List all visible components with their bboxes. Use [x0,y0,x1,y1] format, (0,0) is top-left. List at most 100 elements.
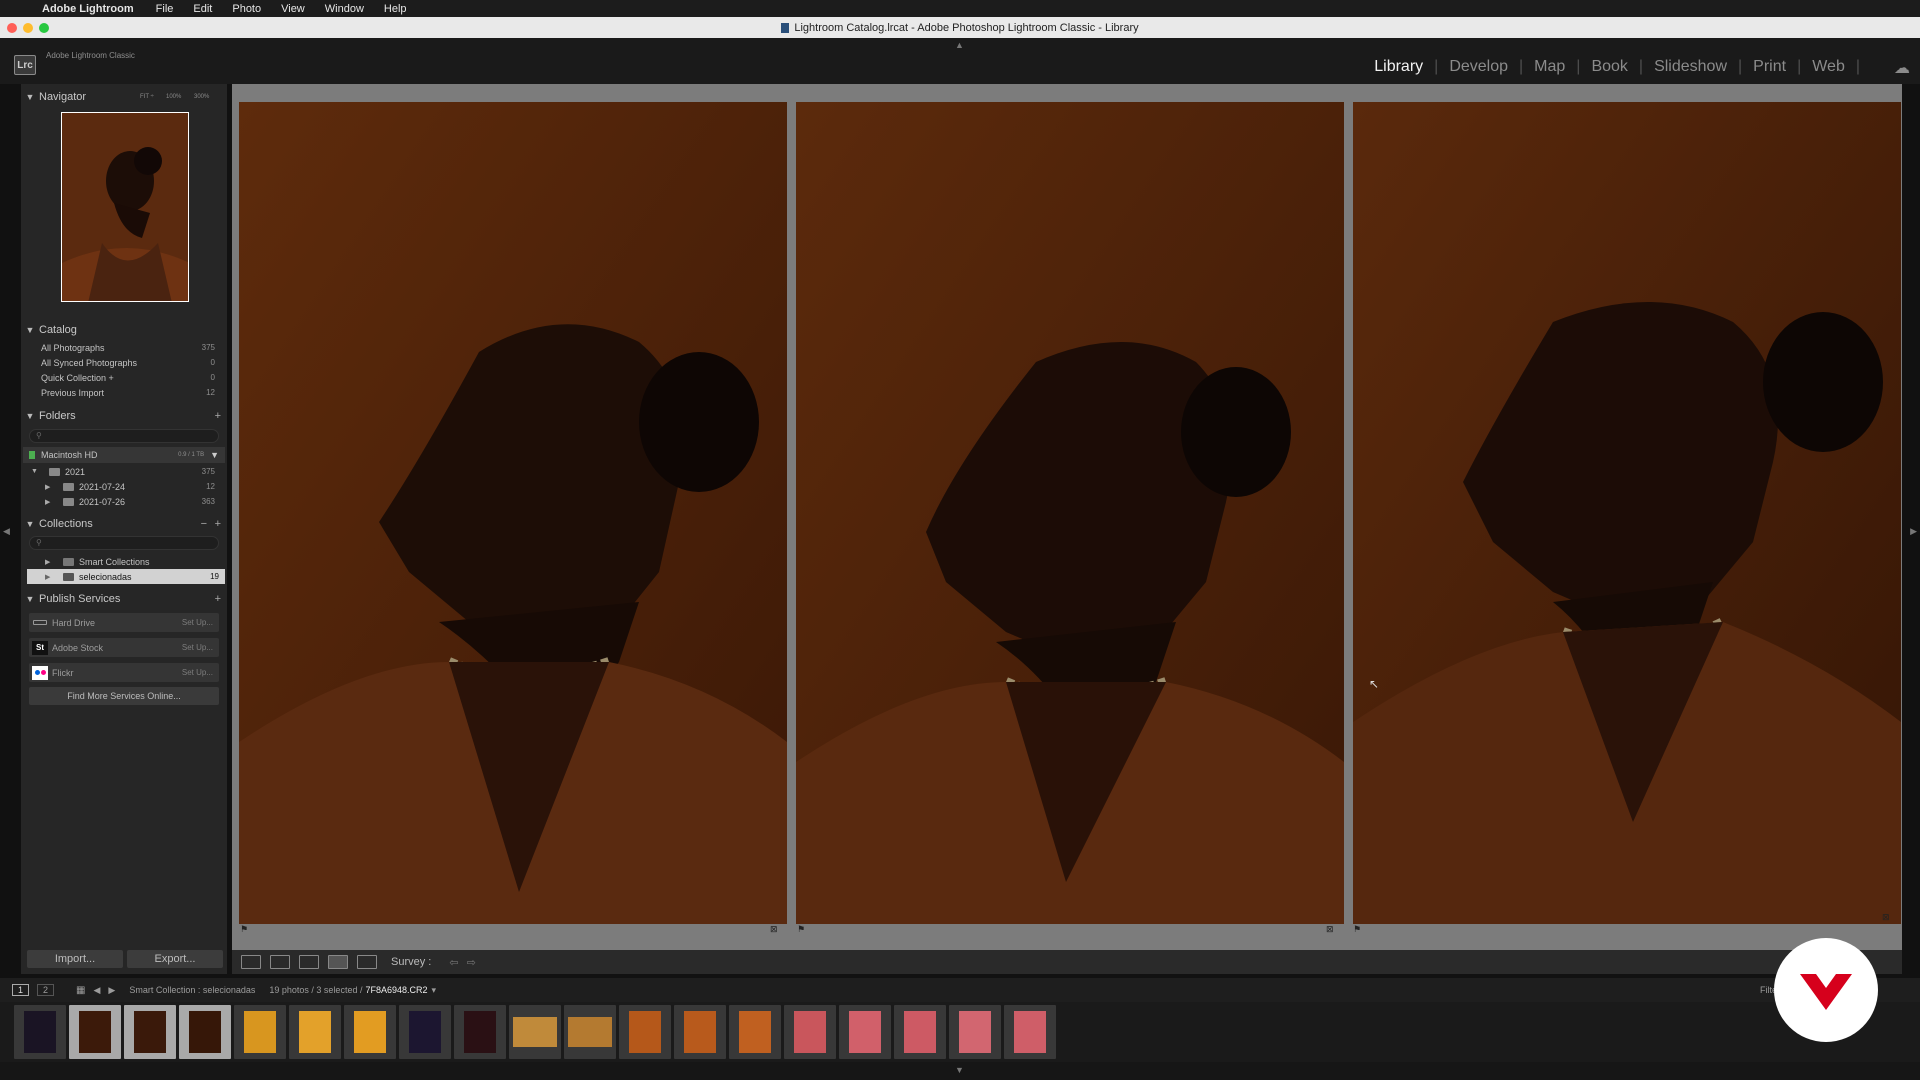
zoom-fit[interactable]: FIT ÷ [140,94,154,100]
disclosure-triangle-icon[interactable]: ▶ [27,573,57,581]
filename-dropdown-icon[interactable]: ▾ [432,985,437,996]
catalog-header[interactable]: ▼ Catalog [21,321,227,339]
flickr-setup-link[interactable]: Set Up... [182,668,219,677]
publish-services-header[interactable]: ▼ Publish Services + [21,590,227,608]
filmstrip-thumb[interactable] [894,1005,946,1059]
right-panel-toggle-icon[interactable]: ▶ [1910,526,1917,537]
collection-search-input[interactable]: ⚲ [29,536,219,550]
module-slideshow[interactable]: Slideshow [1643,58,1738,76]
filmstrip-thumb[interactable] [454,1005,506,1059]
menu-edit[interactable]: Edit [193,3,212,15]
folder-2021-07-24[interactable]: ▶ 2021-07-24 12 [27,479,221,494]
selected-filename[interactable]: 7F8A6948.CR2 [365,985,427,995]
survey-photo-1[interactable] [239,102,787,924]
folder-2021[interactable]: ▼ 2021 375 [27,464,221,479]
disclosure-triangle-icon[interactable]: ▼ [27,468,43,475]
export-button[interactable]: Export... [127,950,223,968]
folder-2021-07-26[interactable]: ▶ 2021-07-26 363 [27,494,221,509]
filmstrip-thumb[interactable] [344,1005,396,1059]
top-panel-toggle-icon[interactable]: ▲ [955,40,964,50]
catalog-item-quick-collection[interactable]: Quick Collection +0 [27,370,221,385]
survey-photo-2[interactable] [796,102,1344,924]
filmstrip-thumb[interactable] [14,1005,66,1059]
grid-icon[interactable]: ▦ [76,985,85,996]
filmstrip-thumb[interactable] [784,1005,836,1059]
close-window-button[interactable] [7,23,17,33]
filmstrip-thumb[interactable] [509,1005,561,1059]
minimize-window-button[interactable] [23,23,33,33]
deselect-photo-icon[interactable]: ⊠ [1326,924,1334,936]
disclosure-triangle-icon[interactable]: ▶ [27,558,57,566]
catalog-item-all-photographs[interactable]: All Photographs 375 [27,340,221,355]
collapse-triangle-icon[interactable]: ▼ [21,594,39,604]
filmstrip-thumb[interactable] [234,1005,286,1059]
remove-collection-icon[interactable]: − [201,518,207,530]
bottom-panel-toggle-icon[interactable]: ▼ [955,1065,964,1075]
grid-view-icon[interactable] [241,955,261,969]
filmstrip-thumb-selected[interactable] [124,1005,176,1059]
filmstrip-thumb[interactable] [289,1005,341,1059]
collapse-triangle-icon[interactable]: ▼ [21,519,39,529]
collapse-triangle-icon[interactable]: ▼ [21,92,39,102]
people-view-icon[interactable] [357,955,377,969]
compare-view-icon[interactable] [299,955,319,969]
catalog-item-all-synced[interactable]: All Synced Photographs 0 [27,355,221,370]
survey-photo-3[interactable] [1353,102,1901,924]
collections-header[interactable]: ▼ Collections − + [21,515,227,533]
publish-hard-drive[interactable]: Hard Drive Set Up... [29,613,219,632]
survey-view-icon[interactable] [328,955,348,969]
menu-view[interactable]: View [281,3,305,15]
deselect-photo-icon[interactable]: ⊠ [770,924,778,936]
filmstrip-thumb[interactable] [619,1005,671,1059]
zoom-window-button[interactable] [39,23,49,33]
filmstrip-thumb[interactable] [564,1005,616,1059]
filmstrip-thumb[interactable] [674,1005,726,1059]
add-folder-icon[interactable]: + [215,410,221,422]
menu-file[interactable]: File [156,3,174,15]
folders-header[interactable]: ▼ Folders + [21,407,227,425]
filmstrip-source[interactable]: Smart Collection : selecionadas [129,985,255,995]
flag-icon[interactable]: ⚑ [797,924,805,936]
adobe-stock-setup-link[interactable]: Set Up... [182,643,219,652]
filmstrip-thumb[interactable] [1004,1005,1056,1059]
module-develop[interactable]: Develop [1438,58,1519,76]
navigator-preview[interactable] [61,112,189,302]
module-print[interactable]: Print [1742,58,1797,76]
collection-smart-collections[interactable]: ▶ Smart Collections [27,554,221,569]
menu-photo[interactable]: Photo [232,3,261,15]
deselect-photo-icon[interactable]: ⊠ [1882,912,1890,924]
back-arrow-icon[interactable]: ◀ [93,985,100,996]
add-collection-icon[interactable]: + [215,518,221,530]
app-menu[interactable]: Adobe Lightroom [42,3,134,15]
publish-adobe-stock[interactable]: St Adobe Stock Set Up... [29,638,219,657]
navigator-header[interactable]: ▼ Navigator FIT ÷ 100% 300% [21,88,227,106]
menu-help[interactable]: Help [384,3,407,15]
filmstrip-thumb-selected[interactable] [69,1005,121,1059]
disclosure-triangle-icon[interactable]: ▶ [27,498,57,506]
forward-arrow-icon[interactable]: ▶ [108,985,115,996]
primary-window-button[interactable]: 1 [12,984,30,996]
module-library[interactable]: Library [1363,58,1434,76]
flag-icon[interactable]: ⚑ [1353,924,1361,936]
module-map[interactable]: Map [1523,58,1576,76]
catalog-item-previous-import[interactable]: Previous Import 12 [27,385,221,400]
publish-flickr[interactable]: Flickr Set Up... [29,663,219,682]
find-more-services-button[interactable]: Find More Services Online... [29,687,219,705]
volume-menu-icon[interactable]: ▼ [210,450,225,460]
next-arrow-icon[interactable]: ⇨ [467,956,476,969]
disclosure-triangle-icon[interactable]: ▶ [27,483,57,491]
filmstrip-thumb[interactable] [949,1005,1001,1059]
flag-icon[interactable]: ⚑ [240,924,248,936]
zoom-100[interactable]: 100% [166,94,181,100]
filmstrip-thumb[interactable] [839,1005,891,1059]
collapse-triangle-icon[interactable]: ▼ [21,325,39,335]
previous-arrow-icon[interactable]: ⇦ [449,956,458,969]
loupe-view-icon[interactable] [270,955,290,969]
zoom-300[interactable]: 300% [194,94,209,100]
filmstrip-thumb[interactable] [399,1005,451,1059]
filmstrip-thumb[interactable] [729,1005,781,1059]
collection-selecionadas[interactable]: ▶ selecionadas 19 [27,569,225,584]
module-book[interactable]: Book [1580,58,1638,76]
module-web[interactable]: Web [1801,58,1856,76]
filmstrip-thumb-selected[interactable] [179,1005,231,1059]
